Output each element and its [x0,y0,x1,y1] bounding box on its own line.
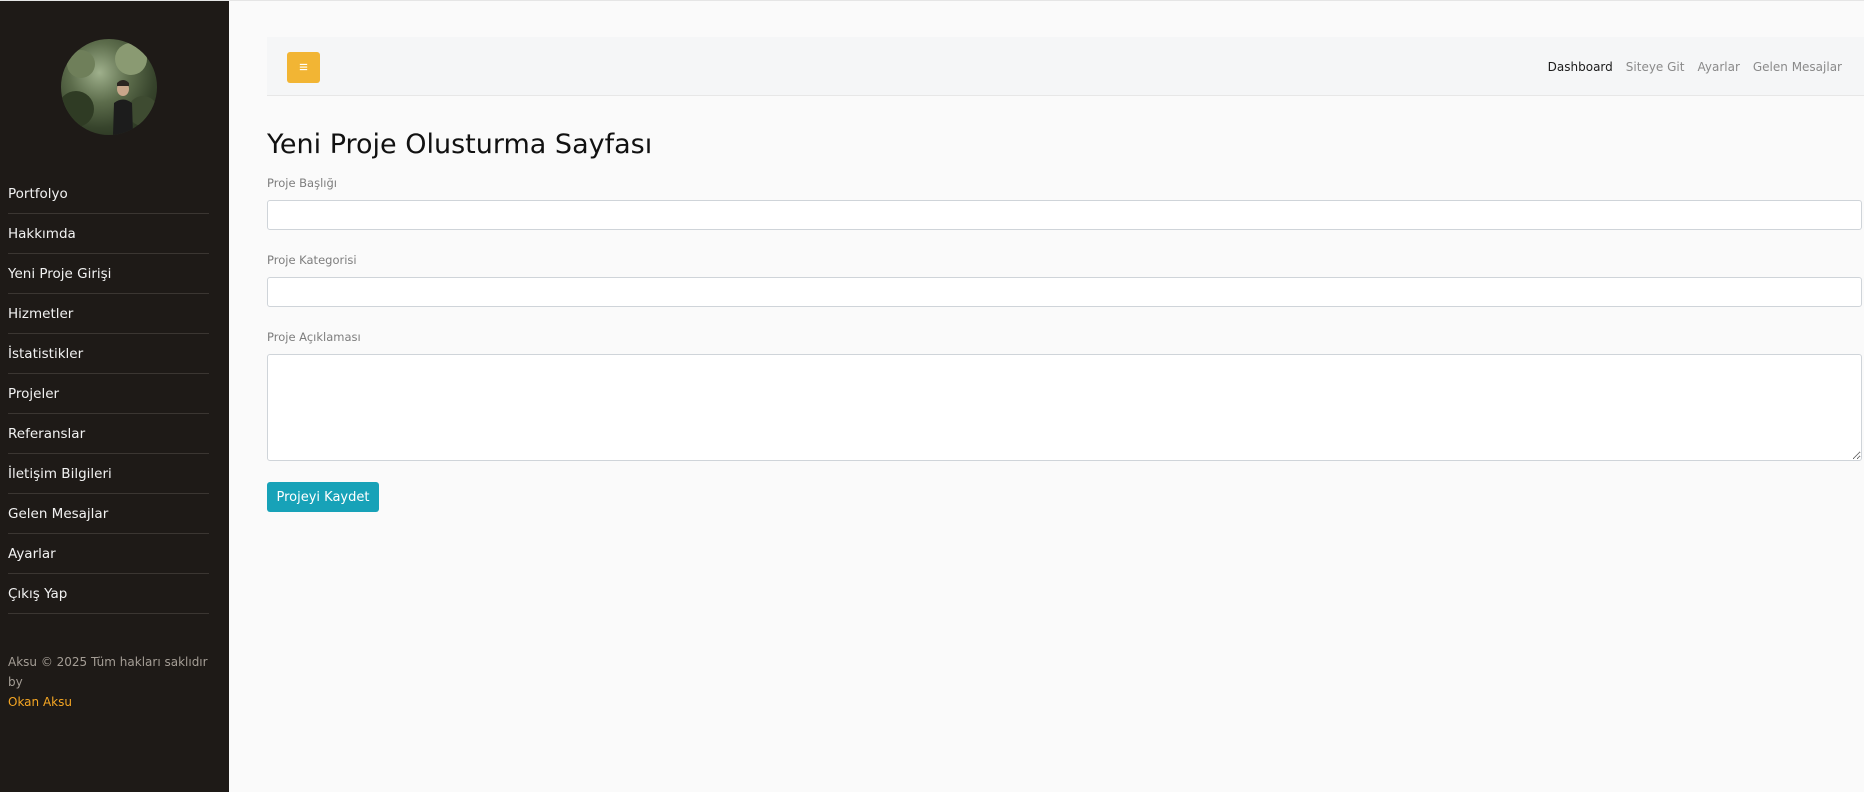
sidebar: Portfolyo Hakkımda Yeni Proje Girişi Hiz… [0,1,229,792]
sidebar-item-label: Gelen Mesajlar [8,505,109,522]
sidebar-item-ayarlar[interactable]: Ayarlar [8,534,209,574]
project-description-label: Proje Açıklaması [267,330,361,344]
sidebar-item-iletisim[interactable]: İletişim Bilgileri [8,454,209,494]
sidebar-item-label: Projeler [8,385,60,402]
project-category-label: Proje Kategorisi [267,253,357,267]
project-title-label: Proje Başlığı [267,176,337,190]
avatar-image [61,43,157,135]
copyright-text: Aksu © 2025 Tüm hakları saklıdır by [8,655,208,689]
project-category-input[interactable] [267,277,1862,307]
sidebar-item-gelen-mesajlar[interactable]: Gelen Mesajlar [8,494,209,534]
top-border [0,0,1864,1]
top-nav-links: Dashboard Siteye Git Ayarlar Gelen Mesaj… [1548,37,1842,96]
page-title: Yeni Proje Olusturma Sayfası [267,129,653,160]
sidebar-item-portfolyo[interactable]: Portfolyo [8,174,209,214]
sidebar-item-label: Portfolyo [8,185,68,202]
sidebar-item-label: İletişim Bilgileri [8,465,112,482]
sidebar-item-label: Ayarlar [8,545,56,562]
nav-link-siteye-git[interactable]: Siteye Git [1626,60,1685,74]
project-description-textarea[interactable] [267,354,1862,461]
sidebar-item-referanslar[interactable]: Referanslar [8,414,209,454]
sidebar-item-projeler[interactable]: Projeler [8,374,209,414]
sidebar-toggle-button[interactable]: ≡ [287,52,320,83]
sidebar-item-hakkimda[interactable]: Hakkımda [8,214,209,254]
avatar [61,39,157,135]
sidebar-item-label: Yeni Proje Girişi [8,265,112,282]
project-title-input[interactable] [267,200,1862,230]
author-link[interactable]: Okan Aksu [8,695,72,709]
nav-link-gelen-mesajlar[interactable]: Gelen Mesajlar [1753,60,1842,74]
top-navbar: ≡ Dashboard Siteye Git Ayarlar Gelen Mes… [267,37,1864,96]
hamburger-icon: ≡ [299,59,308,76]
sidebar-item-label: Hizmetler [8,305,74,322]
nav-link-ayarlar[interactable]: Ayarlar [1697,60,1739,74]
sidebar-nav: Portfolyo Hakkımda Yeni Proje Girişi Hiz… [8,174,209,614]
sidebar-item-label: Çıkış Yap [8,585,68,602]
sidebar-item-yeni-proje[interactable]: Yeni Proje Girişi [8,254,209,294]
sidebar-item-istatistikler[interactable]: İstatistikler [8,334,209,374]
save-project-button[interactable]: Projeyi Kaydet [267,482,379,512]
sidebar-item-cikis-yap[interactable]: Çıkış Yap [8,574,209,614]
sidebar-footer: Aksu © 2025 Tüm hakları saklıdır by Okan… [8,652,223,712]
sidebar-item-label: Referanslar [8,425,86,442]
sidebar-item-hizmetler[interactable]: Hizmetler [8,294,209,334]
nav-link-dashboard[interactable]: Dashboard [1548,60,1613,74]
sidebar-item-label: İstatistikler [8,345,84,362]
sidebar-item-label: Hakkımda [8,225,76,242]
